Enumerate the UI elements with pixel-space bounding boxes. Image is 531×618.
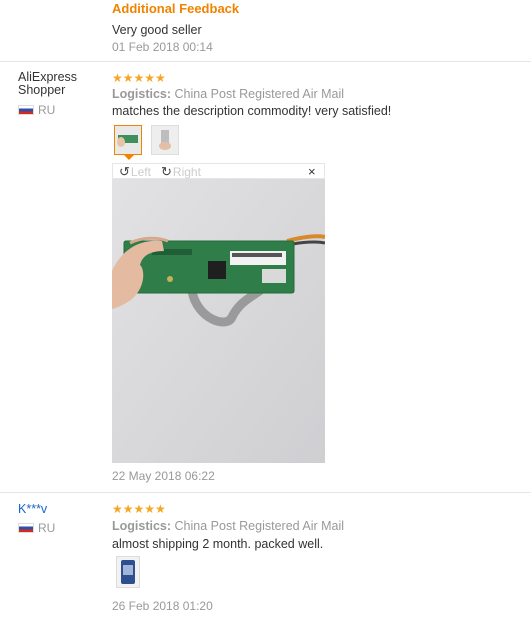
thumbnail-image — [115, 126, 141, 154]
thumbnail-selected-arrow — [124, 155, 134, 160]
review-date: 26 Feb 2018 01:20 — [112, 599, 213, 613]
logistics-line: Logistics: China Post Registered Air Mai… — [112, 87, 344, 101]
russia-flag-icon — [18, 523, 34, 533]
review-divider — [0, 492, 531, 493]
country-code: RU — [38, 521, 56, 535]
rotate-right-icon: ↻ — [161, 164, 172, 179]
circuit-board-photo — [112, 179, 325, 463]
rotate-left-icon: ↺ — [119, 164, 130, 179]
user-name[interactable]: K***v — [18, 503, 47, 516]
review-photo-thumbnail[interactable] — [116, 556, 140, 588]
user-country: RU — [18, 103, 55, 117]
country-code: RU — [38, 103, 56, 117]
review-photo-thumbnail[interactable] — [151, 125, 179, 155]
additional-feedback-date: 01 Feb 2018 00:14 — [112, 40, 213, 54]
image-viewer-toolbar: ↺ Left ↻ Right × — [112, 163, 325, 179]
user-country: RU — [18, 521, 55, 535]
rotate-left-label: Left — [130, 165, 151, 179]
logistics-label: Logistics: — [112, 87, 172, 101]
user-name-line2: Shopper — [18, 83, 66, 97]
thumbnail-image — [117, 557, 139, 587]
review-date: 22 May 2018 06:22 — [112, 469, 215, 483]
rotate-right-button[interactable]: ↻ Right — [161, 164, 201, 180]
logistics-label: Logistics: — [112, 519, 172, 533]
additional-feedback-text: Very good seller — [112, 23, 202, 37]
thumbnail-image — [152, 126, 178, 154]
logistics-line: Logistics: China Post Registered Air Mai… — [112, 519, 344, 533]
rotate-left-button[interactable]: ↺ Left — [119, 164, 151, 180]
review-photo-large — [112, 179, 325, 463]
rotate-right-label: Right — [172, 165, 201, 179]
russia-flag-icon — [18, 105, 34, 115]
star-rating: ★★★★★ — [112, 71, 166, 85]
review-comment: almost shipping 2 month. packed well. — [112, 537, 324, 551]
review-photo-thumbnail[interactable] — [114, 125, 142, 155]
close-icon[interactable]: × — [308, 164, 316, 179]
logistics-value: China Post Registered Air Mail — [174, 519, 345, 533]
star-rating: ★★★★★ — [112, 502, 166, 516]
review-user: AliExpress Shopper — [18, 71, 77, 97]
review-divider — [0, 61, 531, 62]
review-comment: matches the description commodity! very … — [112, 104, 392, 118]
additional-feedback-title: Additional Feedback — [112, 1, 240, 16]
logistics-value: China Post Registered Air Mail — [174, 87, 345, 101]
